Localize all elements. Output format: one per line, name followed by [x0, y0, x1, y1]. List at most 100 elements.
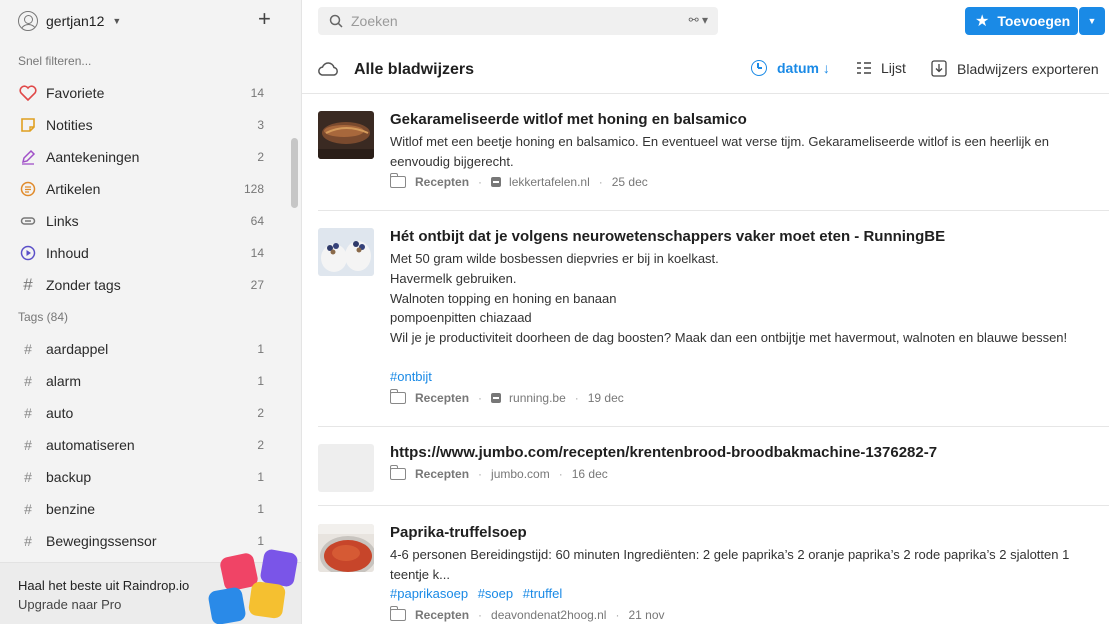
bookmark-thumbnail: [318, 524, 374, 572]
bookmark-date: 16 dec: [571, 467, 608, 481]
hash-icon: #: [24, 405, 32, 421]
view-mode-button[interactable]: Lijst: [856, 60, 906, 76]
tag-item[interactable]: # automatiseren 2: [0, 430, 286, 460]
bookmark-tag[interactable]: #ontbijt: [390, 369, 432, 384]
sidebar-item-untagged[interactable]: # Zonder tags 27: [0, 270, 286, 300]
sidebar-item-annotations[interactable]: Aantekeningen 2: [0, 142, 286, 172]
promo-subtitle: Upgrade naar Pro: [18, 597, 122, 612]
bookmark-collection[interactable]: Recepten: [415, 175, 469, 189]
bookmark-collection[interactable]: Recepten: [415, 467, 469, 481]
hash-icon: #: [24, 437, 32, 453]
upgrade-promo[interactable]: Haal het beste uit Raindrop.io Upgrade n…: [0, 548, 301, 624]
sidebar-item-favorites[interactable]: Favoriete 14: [0, 78, 286, 108]
bookmark-description: Witlof met een beetje honing en balsamic…: [390, 134, 1050, 169]
bookmark-tag[interactable]: #truffel: [523, 586, 563, 601]
export-label: Bladwijzers exporteren: [957, 60, 1099, 77]
bookmark-item[interactable]: https://www.jumbo.com/recepten/krentenbr…: [318, 444, 1109, 494]
tag-count: 1: [257, 374, 264, 388]
tag-item[interactable]: # Bewegingssensor 1: [0, 526, 286, 556]
search-options-icon[interactable]: ⚯ ▾: [689, 13, 708, 27]
folder-icon: [390, 389, 406, 404]
bookmark-title[interactable]: Hét ontbijt dat je volgens neurowetensch…: [390, 228, 945, 245]
tag-count: 1: [257, 534, 264, 548]
sidebar-item-count: 27: [250, 278, 264, 292]
bookmark-tag[interactable]: #paprikasoep: [390, 586, 468, 601]
sidebar-item-links[interactable]: Links 64: [0, 206, 286, 236]
bookmark-item[interactable]: Gekarameliseerde witlof met honing en ba…: [318, 111, 1109, 201]
star-icon: ★: [975, 13, 990, 30]
bookmark-domain: running.be: [509, 391, 566, 405]
add-button-label: Toevoegen: [997, 13, 1071, 29]
bookmark-date: 19 dec: [587, 391, 624, 405]
separator-dot: ·: [574, 391, 579, 405]
bookmark-title[interactable]: Paprika-truffelsoep: [390, 524, 527, 541]
heart-icon: [19, 84, 37, 102]
clock-icon: [751, 60, 767, 76]
search-icon: [329, 14, 343, 28]
separator-dot: ·: [615, 608, 620, 622]
user-name: gertjan12: [46, 13, 105, 29]
sidebar-item-label: Zonder tags: [46, 277, 121, 293]
bookmark-title[interactable]: Gekarameliseerde witlof met honing en ba…: [390, 111, 747, 128]
tag-item[interactable]: # backup 1: [0, 462, 286, 492]
bookmark-collection[interactable]: Recepten: [415, 608, 469, 622]
sidebar-item-count: 64: [250, 214, 264, 228]
quick-filter-label[interactable]: Snel filteren...: [18, 54, 91, 68]
tag-count: 1: [257, 470, 264, 484]
bookmark-tag[interactable]: #soep: [478, 586, 513, 601]
tag-label: backup: [46, 469, 92, 485]
bookmark-meta: Recepten · lekkertafelen.nl · 25 dec: [390, 173, 648, 189]
page-title: Alle bladwijzers: [354, 61, 475, 78]
tag-item[interactable]: # aardappel 1: [0, 334, 286, 364]
folder-icon: [390, 465, 406, 480]
sidebar-item-label: Inhoud: [46, 245, 89, 261]
header-divider: [302, 93, 1109, 94]
user-menu[interactable]: gertjan12 ▼: [18, 10, 121, 32]
new-collection-button[interactable]: +: [258, 8, 271, 30]
hash-icon: #: [24, 373, 32, 389]
folder-icon: [390, 173, 406, 188]
bookmark-divider: [318, 505, 1109, 506]
sort-button[interactable]: datum ↓: [751, 60, 830, 76]
play-icon: [19, 244, 37, 262]
sidebar-item-media[interactable]: Inhoud 14: [0, 238, 286, 268]
sidebar-item-articles[interactable]: Artikelen 128: [0, 174, 286, 204]
tag-item[interactable]: # benzine 1: [0, 494, 286, 524]
sidebar-item-count: 14: [250, 86, 264, 100]
sidebar-item-label: Aantekeningen: [46, 149, 140, 165]
bookmark-meta: Recepten · jumbo.com · 16 dec: [390, 465, 608, 481]
chevron-down-icon: ▼: [112, 16, 122, 26]
bookmark-domain: lekkertafelen.nl: [509, 175, 590, 189]
note-icon: [19, 116, 37, 134]
add-button[interactable]: ★ Toevoegen: [965, 7, 1078, 35]
avatar-icon: [18, 11, 38, 31]
sidebar-item-notes[interactable]: Notities 3: [0, 110, 286, 140]
view-mode-label: Lijst: [881, 60, 906, 76]
add-dropdown-button[interactable]: ▼: [1079, 7, 1105, 35]
sidebar-scrollbar[interactable]: [291, 138, 298, 208]
bookmark-collection[interactable]: Recepten: [415, 391, 469, 405]
tag-item[interactable]: # auto 2: [0, 398, 286, 428]
separator-dot: ·: [478, 467, 483, 481]
bookmark-item[interactable]: Hét ontbijt dat je volgens neurowetensch…: [318, 228, 1109, 418]
bookmark-meta: Recepten · deavondenat2hoog.nl · 21 nov: [390, 606, 665, 622]
sidebar-item-label: Artikelen: [46, 181, 101, 197]
bookmark-title[interactable]: https://www.jumbo.com/recepten/krentenbr…: [390, 444, 937, 461]
export-button[interactable]: Bladwijzers exporteren: [931, 60, 1099, 77]
tags-section-title[interactable]: Tags (84): [18, 310, 68, 324]
hash-icon: #: [24, 501, 32, 517]
sidebar-item-count: 128: [243, 182, 264, 196]
bookmark-divider: [318, 210, 1109, 211]
tag-count: 1: [257, 502, 264, 516]
tag-item[interactable]: # alarm 1: [0, 366, 286, 396]
search-input[interactable]: Zoeken ⚯ ▾: [318, 7, 718, 35]
tag-label: benzine: [46, 501, 96, 517]
tag-label: alarm: [46, 373, 82, 389]
bookmark-description-line: Met 50 gram wilde bosbessen diepvries er…: [390, 251, 719, 266]
bookmark-description-line: pompoenpitten chiazaad: [390, 310, 532, 325]
hash-icon: #: [24, 533, 32, 549]
bookmark-domain: jumbo.com: [491, 467, 550, 481]
sidebar-item-count: 14: [250, 246, 264, 260]
bookmark-item[interactable]: Paprika-truffelsoep 4-6 personen Bereidi…: [318, 524, 1109, 624]
list-view-icon: [857, 62, 871, 74]
